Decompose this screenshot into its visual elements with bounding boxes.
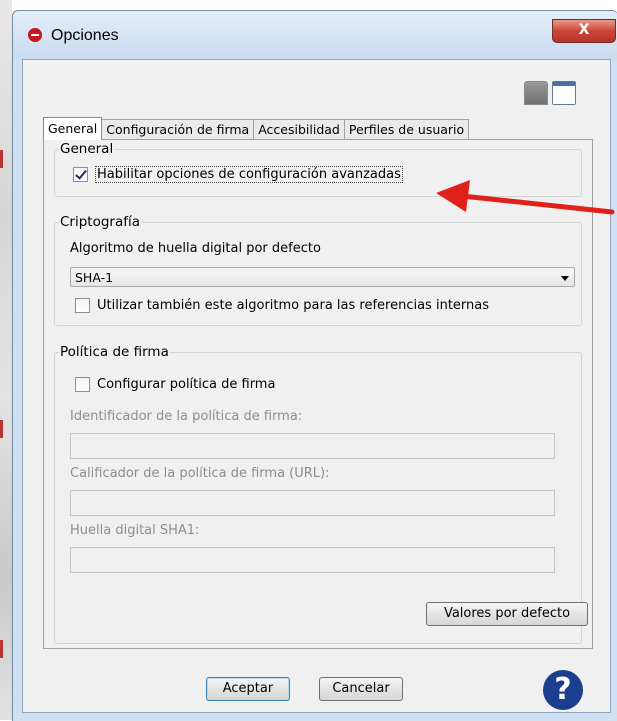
maximize-view-icon[interactable]	[552, 81, 576, 105]
background-window-edge	[0, 0, 12, 720]
hash-sha1-label: Huella digital SHA1:	[70, 523, 200, 538]
help-icon[interactable]: ?	[543, 670, 583, 710]
internal-refs-checkbox[interactable]	[75, 298, 90, 313]
app-logo-icon	[28, 28, 42, 42]
policy-identifier-label: Identificador de la política de firma:	[70, 409, 303, 424]
crypto-group-title: Criptografía	[59, 214, 142, 230]
window-title: Opciones	[51, 27, 119, 44]
chevron-down-icon	[561, 276, 569, 281]
internal-refs-label: Utilizar también este algoritmo para las…	[97, 298, 490, 313]
close-button[interactable]: X	[552, 19, 616, 43]
background-mark	[0, 150, 3, 168]
policy-qualifier-input[interactable]	[70, 490, 555, 516]
policy-identifier-input[interactable]	[70, 433, 555, 459]
accept-button[interactable]: Aceptar	[206, 677, 290, 701]
policy-qualifier-label: Calificador de la política de firma (URL…	[70, 466, 330, 481]
restore-view-icon[interactable]	[524, 81, 548, 105]
tab-general[interactable]: General	[43, 117, 103, 140]
advanced-options-checkbox[interactable]	[73, 167, 88, 182]
algorithm-select[interactable]: SHA-1	[70, 267, 575, 287]
general-tab-panel: General Habilitar opciones de configurac…	[43, 139, 593, 649]
tab-accessibility[interactable]: Accesibilidad	[253, 119, 345, 140]
default-values-button[interactable]: Valores por defecto	[426, 602, 588, 626]
options-dialog: Opciones X General Configuración de firm…	[12, 10, 617, 721]
algorithm-label: Algoritmo de huella digital por defecto	[70, 241, 321, 256]
advanced-options-label: Habilitar opciones de configuración avan…	[95, 166, 403, 183]
title-bar[interactable]: Opciones X	[13, 11, 617, 59]
tab-user-profiles[interactable]: Perfiles de usuario	[343, 119, 470, 140]
configure-policy-checkbox[interactable]	[75, 377, 90, 392]
dialog-content: General Configuración de firma Accesibil…	[22, 59, 611, 713]
tab-strip: General Configuración de firma Accesibil…	[43, 117, 470, 140]
configure-policy-row[interactable]: Configurar política de firma	[75, 377, 275, 392]
general-group-title: General	[59, 141, 115, 157]
background-mark	[0, 420, 3, 438]
tab-signature-config[interactable]: Configuración de firma	[101, 119, 255, 140]
algorithm-select-value: SHA-1	[75, 270, 114, 285]
internal-refs-row[interactable]: Utilizar también este algoritmo para las…	[75, 298, 489, 313]
policy-group-title: Política de firma	[59, 344, 170, 360]
cancel-button[interactable]: Cancelar	[319, 677, 403, 701]
advanced-options-row[interactable]: Habilitar opciones de configuración avan…	[73, 166, 403, 183]
hash-sha1-input[interactable]	[70, 547, 555, 573]
configure-policy-label: Configurar política de firma	[97, 377, 276, 392]
background-mark	[0, 640, 3, 658]
